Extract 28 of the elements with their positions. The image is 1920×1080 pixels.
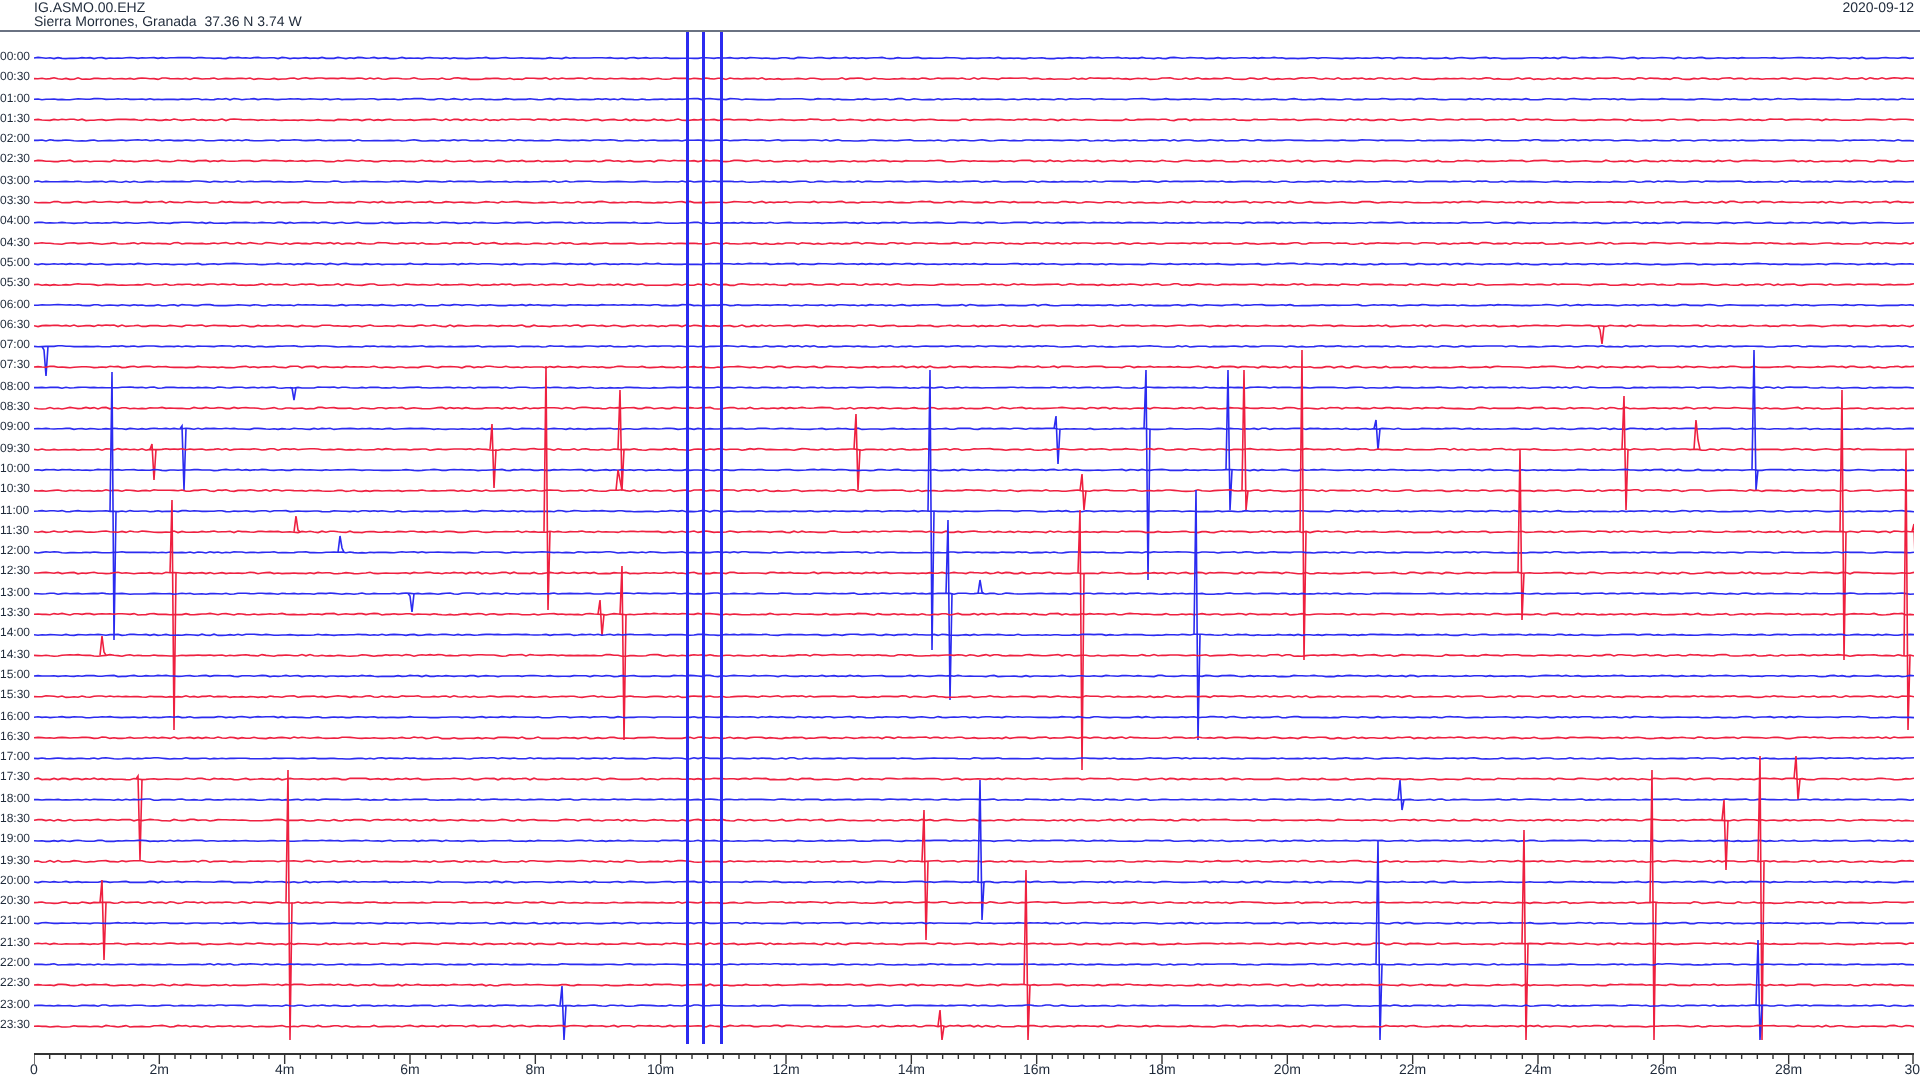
seismic-spike [853,413,861,491]
seismic-spike [289,386,297,401]
seismic-spike [135,773,143,861]
seismic-spike [1621,395,1629,511]
seismic-spike [179,423,187,491]
seismic-spike [597,599,605,637]
seismic-spike [1225,369,1233,511]
seismic-spike [937,1009,945,1041]
seismic-spike [1373,419,1381,451]
seismic-spike [1693,419,1701,451]
seismic-spike [293,515,301,533]
seismic-spike [41,345,49,377]
seismic-spike [1721,799,1729,871]
seismic-spike [977,779,985,921]
seismic-spike [407,592,415,613]
seismic-spike [1793,755,1801,801]
seismic-spike [1053,415,1061,465]
seismic-spike [149,443,157,481]
seismic-spike [977,579,985,595]
seismic-spike [921,809,929,941]
seismic-spike [99,879,107,961]
seismic-spike [559,985,567,1041]
seismic-spike [1241,369,1249,511]
seismic-spike [337,535,345,554]
seismic-spike [1397,779,1405,811]
seismic-spike [1751,349,1759,491]
seismic-spike [489,423,497,489]
seismic-spike [1597,325,1605,345]
